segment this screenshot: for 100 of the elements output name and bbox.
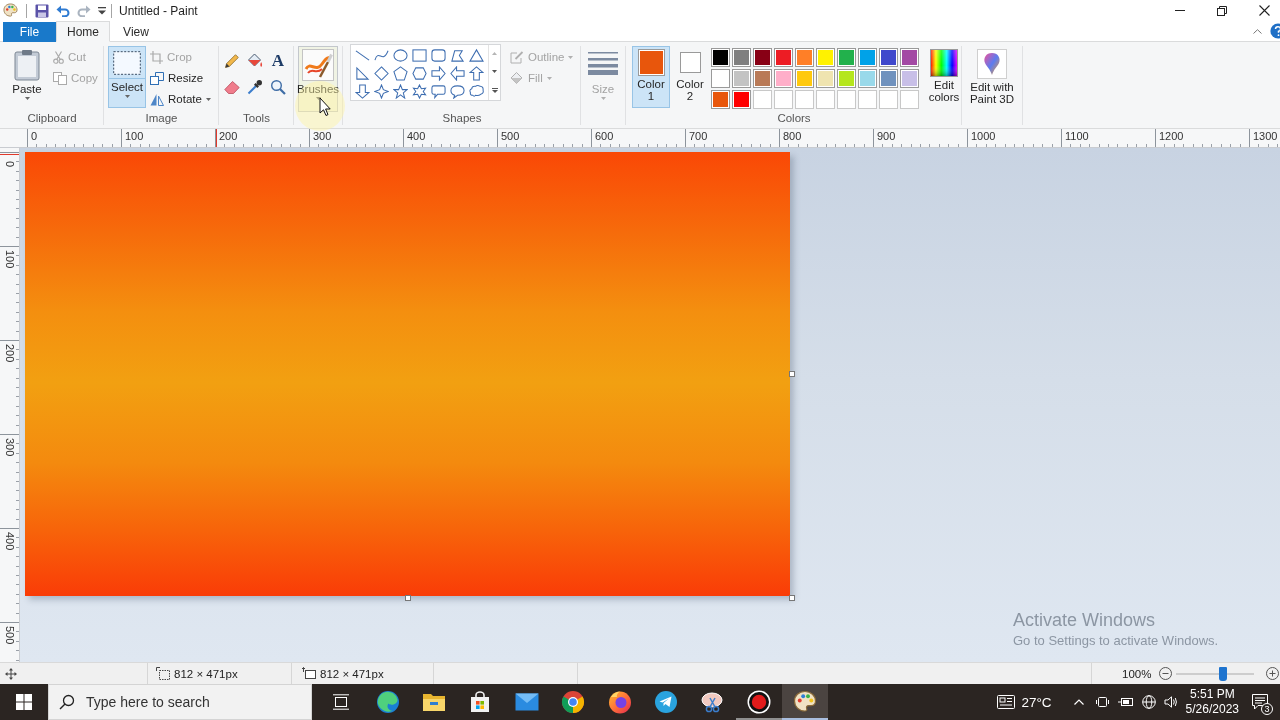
news-icon[interactable] — [997, 694, 1016, 710]
paste-button[interactable]: Paste — [8, 46, 46, 110]
move-arrows-icon — [5, 667, 17, 680]
empty-color-slot[interactable] — [879, 90, 898, 109]
collapse-ribbon-icon[interactable] — [1253, 28, 1262, 34]
battery-icon[interactable] — [1117, 696, 1134, 708]
close-icon[interactable] — [1259, 5, 1270, 16]
oval-shape-icon[interactable] — [393, 47, 408, 63]
palette-swatch[interactable] — [879, 48, 898, 67]
search-field[interactable]: Type here to search — [48, 684, 312, 720]
brushes-button[interactable]: Brushes — [298, 46, 338, 112]
empty-color-slot[interactable] — [900, 90, 919, 109]
zoom-slider-thumb[interactable] — [1219, 666, 1228, 681]
up-arrow-shape-icon[interactable] — [469, 65, 484, 81]
line-shape-icon[interactable] — [355, 47, 370, 63]
resize-handle-icon[interactable] — [789, 595, 795, 601]
empty-color-slot[interactable] — [858, 90, 877, 109]
oval-callout-shape-icon[interactable] — [450, 83, 465, 99]
empty-color-slot[interactable] — [753, 90, 772, 109]
rotate-button[interactable]: Rotate — [147, 89, 214, 109]
four-point-star-shape-icon[interactable] — [374, 83, 389, 99]
palette-swatch[interactable] — [711, 48, 730, 67]
ribbon-tab[interactable]: Home — [56, 21, 110, 42]
palette-swatch[interactable] — [879, 69, 898, 88]
chevron-up-icon[interactable] — [1073, 699, 1084, 705]
paint-palette-icon — [793, 690, 818, 714]
palette-swatch[interactable] — [732, 90, 751, 109]
clock-date[interactable]: 5/26/2023 — [1185, 702, 1239, 717]
eraser-icon — [224, 80, 240, 94]
down-arrow-shape-icon[interactable] — [355, 83, 370, 99]
clock-time[interactable]: 5:51 PM — [1189, 687, 1235, 702]
empty-color-slot[interactable] — [816, 90, 835, 109]
paint-3d-button[interactable]: Edit with Paint 3D — [964, 46, 1020, 110]
edit-colors-button[interactable]: Edit colors — [924, 46, 964, 110]
palette-swatch[interactable] — [900, 48, 919, 67]
speaker-icon[interactable] — [1163, 695, 1178, 709]
windows-logo-icon[interactable] — [16, 694, 32, 710]
ribbon-tab[interactable]: View — [110, 21, 162, 42]
active-color-button[interactable]: Color 1 — [632, 46, 670, 108]
palette-swatch[interactable] — [858, 48, 877, 67]
right-triangle-shape-icon[interactable] — [355, 65, 370, 81]
undo-icon[interactable] — [56, 4, 70, 17]
resize-handle-icon[interactable] — [789, 371, 795, 377]
right-arrow-shape-icon[interactable] — [431, 65, 446, 81]
six-point-star-shape-icon[interactable] — [412, 83, 427, 99]
palette-swatch[interactable] — [837, 48, 856, 67]
palette-swatch[interactable] — [858, 69, 877, 88]
palette-swatch[interactable] — [837, 69, 856, 88]
diamond-shape-icon[interactable] — [374, 65, 389, 81]
record-icon — [746, 690, 771, 714]
globe-icon[interactable] — [1141, 695, 1156, 709]
resize-button[interactable]: Resize — [147, 68, 214, 88]
text-tool-button[interactable]: A — [267, 50, 289, 72]
active-color-button[interactable]: Color 2 — [675, 46, 705, 108]
brush-stroke-icon — [302, 49, 334, 81]
paint-palette-icon[interactable] — [3, 3, 18, 18]
palette-swatch[interactable] — [753, 48, 772, 67]
expand-gallery-icon[interactable] — [491, 87, 498, 93]
pentagon-shape-icon[interactable] — [393, 65, 408, 81]
rounded-rectangle-shape-icon[interactable] — [431, 47, 446, 63]
weather-temperature[interactable]: 27°C — [1021, 694, 1052, 710]
scroll-down-icon[interactable] — [492, 70, 497, 73]
palette-swatch[interactable] — [732, 69, 751, 88]
palette-swatch[interactable] — [816, 48, 835, 67]
browser-wave-icon — [375, 690, 400, 714]
notification-icon[interactable] — [1252, 694, 1268, 710]
five-point-star-shape-icon[interactable] — [393, 83, 408, 99]
palette-swatch[interactable] — [711, 69, 730, 88]
palette-swatch[interactable] — [900, 69, 919, 88]
empty-color-slot[interactable] — [837, 90, 856, 109]
save-icon[interactable] — [35, 3, 49, 18]
ruler-label: 1000 — [971, 130, 996, 142]
caret-icon — [546, 76, 552, 80]
palette-swatch[interactable] — [774, 48, 793, 67]
triangle-shape-icon[interactable] — [469, 47, 484, 63]
palette-swatch[interactable] — [795, 48, 814, 67]
polygon-shape-icon[interactable] — [450, 47, 465, 63]
palette-swatch[interactable] — [774, 69, 793, 88]
file-menu-button[interactable]: File — [3, 22, 56, 42]
cloud-callout-shape-icon[interactable] — [469, 83, 484, 99]
resize-handle-icon[interactable] — [405, 595, 411, 601]
palette-swatch[interactable] — [795, 69, 814, 88]
rounded-callout-shape-icon[interactable] — [431, 83, 446, 99]
palette-swatch[interactable] — [732, 48, 751, 67]
help-icon[interactable] — [1270, 23, 1280, 39]
restore-icon[interactable] — [1217, 5, 1227, 16]
empty-color-slot[interactable] — [774, 90, 793, 109]
hexagon-shape-icon[interactable] — [412, 65, 427, 81]
zoom-in-icon[interactable] — [1266, 667, 1280, 680]
rectangle-shape-icon[interactable] — [412, 47, 427, 63]
left-arrow-shape-icon[interactable] — [450, 65, 465, 81]
palette-swatch[interactable] — [816, 69, 835, 88]
zoom-out-icon[interactable] — [1159, 667, 1173, 680]
palette-swatch[interactable] — [711, 90, 730, 109]
select-button[interactable]: Select — [108, 46, 146, 108]
customize-dropdown-icon[interactable] — [98, 6, 106, 15]
video-camera-icon[interactable] — [1095, 695, 1109, 709]
palette-swatch[interactable] — [753, 69, 772, 88]
empty-color-slot[interactable] — [795, 90, 814, 109]
taskbar-button[interactable] — [781, 684, 829, 720]
